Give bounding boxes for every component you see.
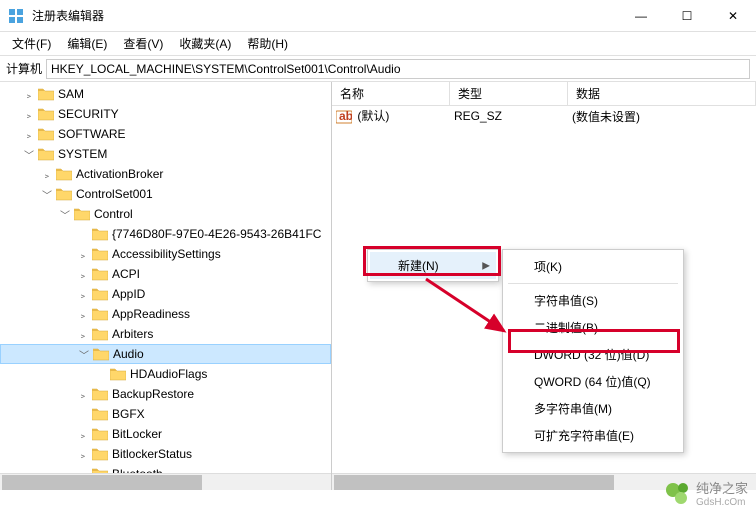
tree-item-controlset001[interactable]: ﹀ ControlSet001 (0, 184, 331, 204)
context-item[interactable]: 项(K) (506, 253, 680, 280)
tree-item-sam[interactable]: ﹥ SAM (0, 84, 331, 104)
context-submenu: 项(K) 字符串值(S)二进制值(B)DWORD (32 位)值(D)QWORD … (502, 249, 684, 453)
tree-item-software[interactable]: ﹥ SOFTWARE (0, 124, 331, 144)
chevron-right-icon[interactable]: ﹥ (76, 307, 90, 322)
tree-item-acpi[interactable]: ﹥ ACPI (0, 264, 331, 284)
tree-item-hdaudioflags[interactable]: ▸HDAudioFlags (0, 364, 331, 384)
tree-label: SYSTEM (58, 147, 107, 161)
close-button[interactable]: ✕ (710, 0, 756, 32)
titlebar: 注册表编辑器 — ☐ ✕ (0, 0, 756, 32)
maximize-button[interactable]: ☐ (664, 0, 710, 32)
watermark-brand: 纯净之家 (696, 478, 748, 497)
tree-item-appid[interactable]: ﹥ AppID (0, 284, 331, 304)
submenu-arrow-icon: ▶ (482, 260, 490, 271)
tree-item-arbiters[interactable]: ﹥ Arbiters (0, 324, 331, 344)
tree-hscrollbar[interactable] (0, 473, 331, 490)
chevron-right-icon[interactable]: ﹥ (22, 107, 36, 122)
menu-v[interactable]: 查看(V) (115, 32, 171, 55)
value-data: (数值未设置) (568, 107, 644, 126)
tree-label: BackupRestore (112, 387, 194, 401)
context-item[interactable]: DWORD (32 位)值(D) (506, 341, 680, 368)
chevron-right-icon[interactable]: ﹥ (76, 447, 90, 462)
address-input[interactable] (46, 59, 750, 79)
scroll-thumb[interactable] (2, 475, 202, 490)
context-item[interactable]: QWORD (64 位)值(Q) (506, 368, 680, 395)
chevron-down-icon[interactable]: ﹀ (58, 207, 72, 222)
minimize-button[interactable]: — (618, 0, 664, 32)
window-title: 注册表编辑器 (32, 7, 618, 24)
tree-label: AccessibilitySettings (112, 247, 221, 261)
chevron-right-icon[interactable]: ﹥ (76, 267, 90, 282)
tree-label: AppReadiness (112, 307, 190, 321)
watermark-logo-icon (664, 479, 692, 507)
chevron-right-icon[interactable]: ﹥ (76, 387, 90, 402)
tree-item-control[interactable]: ﹀ Control (0, 204, 331, 224)
tree-item-bitlocker[interactable]: ﹥ BitLocker (0, 424, 331, 444)
context-item[interactable]: 可扩充字符串值(E) (506, 422, 680, 449)
chevron-down-icon[interactable]: ﹀ (77, 347, 91, 362)
tree-label: SECURITY (58, 107, 119, 121)
tree-label: SOFTWARE (58, 127, 126, 141)
tree-label: BitlockerStatus (112, 447, 192, 461)
context-menu-new: 新建(N) ▶ (367, 249, 499, 282)
column-name[interactable]: 名称 (332, 82, 450, 105)
chevron-down-icon[interactable]: ﹀ (22, 147, 36, 162)
tree-label: ActivationBroker (76, 167, 163, 181)
context-item-new[interactable]: 新建(N) ▶ (370, 252, 496, 279)
tree-item-bgfx[interactable]: ▸BGFX (0, 404, 331, 424)
tree-label: ControlSet001 (76, 187, 153, 201)
chevron-right-icon[interactable]: ﹥ (22, 127, 36, 142)
menu-a[interactable]: 收藏夹(A) (171, 32, 239, 55)
list-row-default[interactable]: ab (默认) REG_SZ (数值未设置) (332, 106, 756, 126)
menu-e[interactable]: 编辑(E) (59, 32, 115, 55)
menu-f[interactable]: 文件(F) (4, 32, 59, 55)
tree-label: BitLocker (112, 427, 162, 441)
chevron-down-icon[interactable]: ﹀ (40, 187, 54, 202)
watermark-url: GdsH.cOm (696, 497, 748, 508)
address-bar: 计算机 (0, 56, 756, 82)
column-type[interactable]: 类型 (450, 82, 568, 105)
tree-item-backuprestore[interactable]: ﹥ BackupRestore (0, 384, 331, 404)
value-type: REG_SZ (450, 108, 568, 124)
context-item[interactable]: 二进制值(B) (506, 314, 680, 341)
tree-item-bitlockerstatus[interactable]: ﹥ BitlockerStatus (0, 444, 331, 464)
tree-label: HDAudioFlags (130, 367, 207, 381)
column-data[interactable]: 数据 (568, 82, 756, 105)
tree-item-appreadiness[interactable]: ﹥ AppReadiness (0, 304, 331, 324)
tree-item-accessibilitysettings[interactable]: ﹥ AccessibilitySettings (0, 244, 331, 264)
scroll-thumb[interactable] (334, 475, 614, 490)
context-item[interactable]: 字符串值(S) (506, 287, 680, 314)
list-header: 名称 类型 数据 (332, 82, 756, 106)
chevron-right-icon[interactable]: ﹥ (22, 87, 36, 102)
tree-label: BGFX (112, 407, 145, 421)
watermark: 纯净之家 GdsH.cOm (664, 478, 748, 508)
tree-pane: ﹥ SAM ﹥ SECURITY ﹥ SOFTWARE ﹀ SYSTEM ﹥ Activation… (0, 82, 332, 490)
tree-label: ACPI (112, 267, 140, 281)
value-name: (默认) (357, 109, 389, 123)
tree-item-audio[interactable]: ﹀ Audio (0, 344, 331, 364)
chevron-right-icon[interactable]: ﹥ (40, 167, 54, 182)
context-item[interactable]: 多字符串值(M) (506, 395, 680, 422)
app-icon (8, 8, 24, 24)
chevron-right-icon[interactable]: ﹥ (76, 247, 90, 262)
address-label: 计算机 (6, 60, 42, 77)
tree-label: Audio (113, 347, 144, 361)
tree-label: {7746D80F-97E0-4E26-9543-26B41FC (112, 227, 321, 241)
tree-item-security[interactable]: ﹥ SECURITY (0, 104, 331, 124)
svg-text:ab: ab (339, 109, 352, 123)
chevron-right-icon[interactable]: ﹥ (76, 427, 90, 442)
tree-label: SAM (58, 87, 84, 101)
chevron-right-icon[interactable]: ﹥ (76, 287, 90, 302)
tree-label: Control (94, 207, 133, 221)
tree-label: AppID (112, 287, 145, 301)
menu-h[interactable]: 帮助(H) (239, 32, 296, 55)
context-separator (508, 283, 678, 284)
tree-label: Arbiters (112, 327, 153, 341)
tree-item-system[interactable]: ﹀ SYSTEM (0, 144, 331, 164)
string-value-icon: ab (336, 109, 352, 125)
menubar: 文件(F)编辑(E)查看(V)收藏夹(A)帮助(H) (0, 32, 756, 56)
chevron-right-icon[interactable]: ﹥ (76, 327, 90, 342)
tree-item-activationbroker[interactable]: ﹥ ActivationBroker (0, 164, 331, 184)
tree-item-7746d80f97e04e26954326b41fc[interactable]: ▸{7746D80F-97E0-4E26-9543-26B41FC (0, 224, 331, 244)
